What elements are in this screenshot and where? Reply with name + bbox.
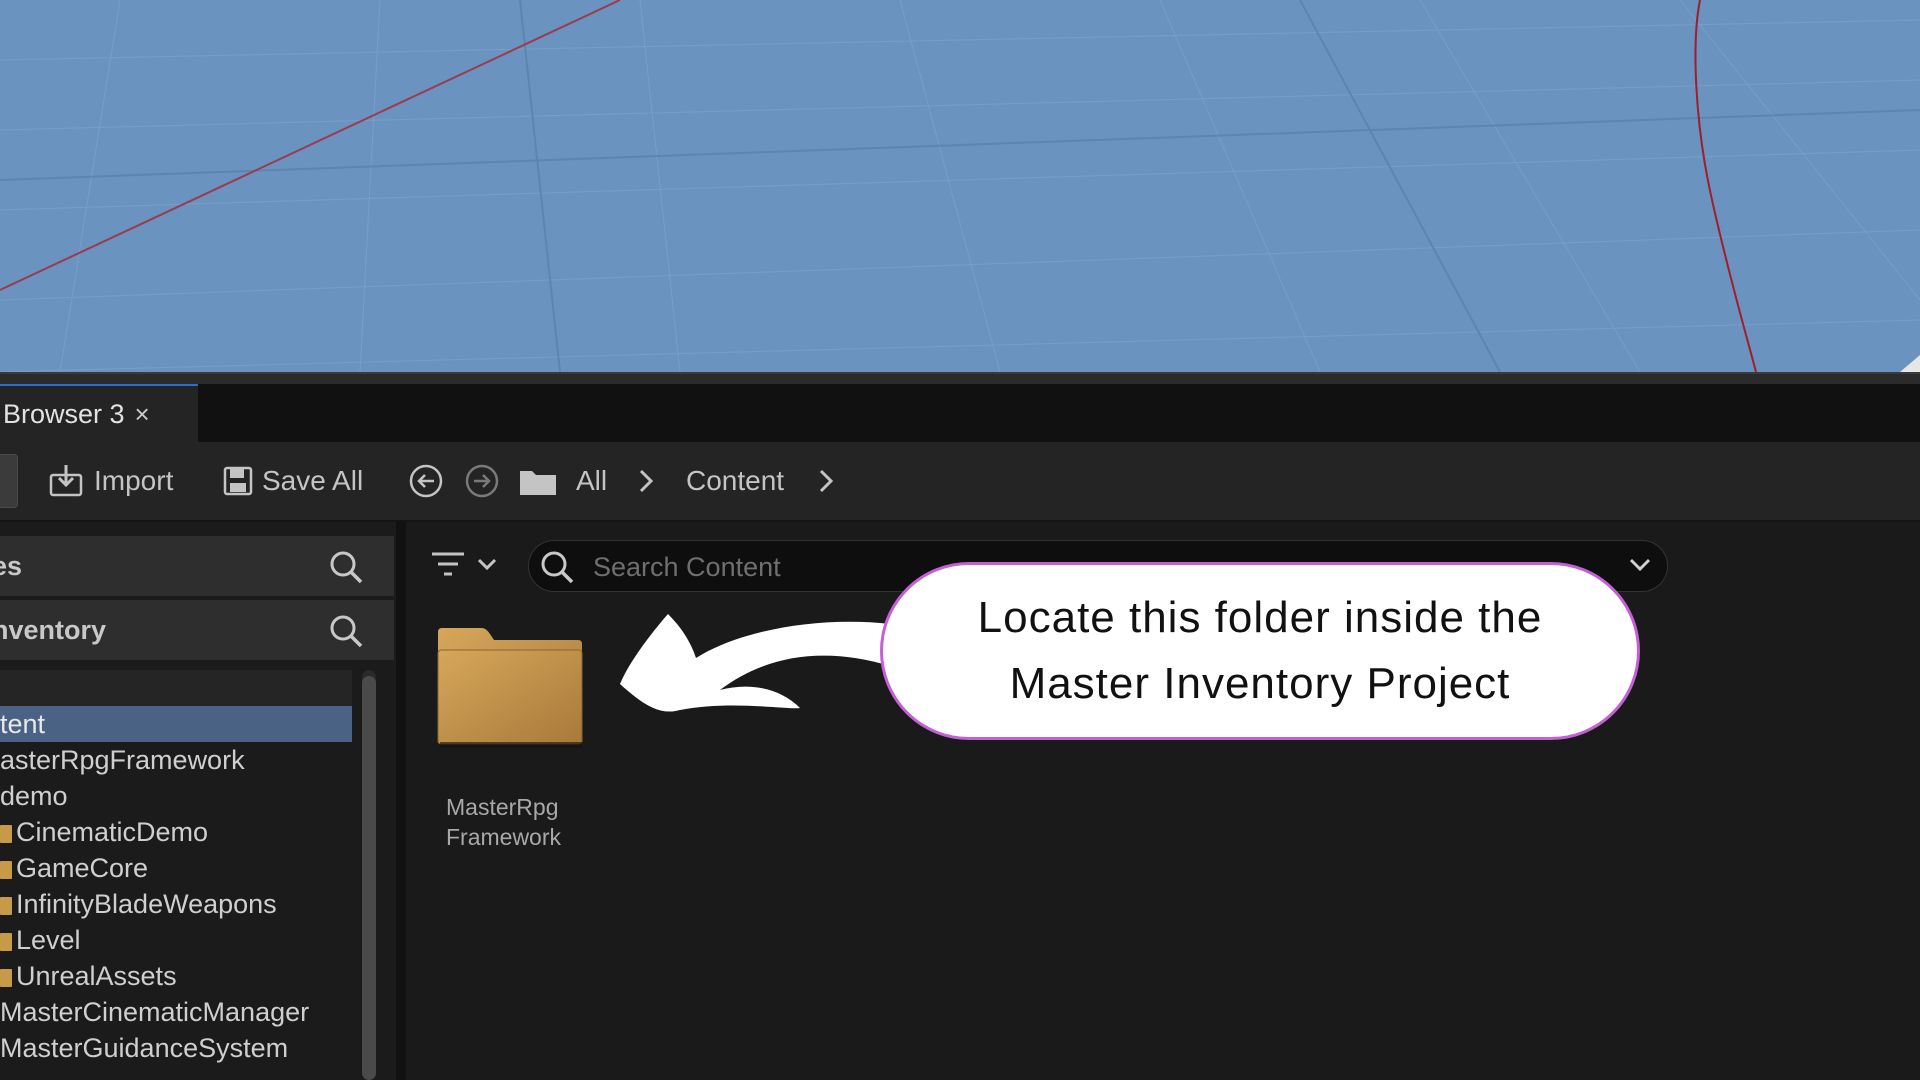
annotation-callout: Locate this folder inside the Master Inv…	[880, 562, 1640, 740]
import-label: Import	[94, 465, 174, 496]
folder-icon	[0, 896, 12, 915]
tree-item[interactable]: MasterGuidanceSystem	[0, 1030, 352, 1066]
content-browser-toolbar: Import Save All All Content	[0, 442, 1920, 522]
history-back-button[interactable]	[408, 442, 444, 520]
viewport-border	[0, 372, 1920, 384]
level-viewport[interactable]	[0, 0, 1920, 372]
import-icon	[49, 465, 83, 497]
chevron-right-icon[interactable]	[816, 442, 836, 520]
forward-arrow-icon	[465, 464, 499, 498]
favorites-label: es	[0, 551, 23, 581]
chevron-down-icon	[477, 558, 497, 571]
folder-icon	[0, 932, 12, 951]
search-icon[interactable]	[328, 613, 364, 649]
close-icon[interactable]: ×	[135, 401, 150, 427]
callout-text: Locate this folder inside the Master Inv…	[977, 593, 1543, 708]
browse-folder-button[interactable]	[518, 442, 558, 520]
tree-item-content[interactable]: tent	[0, 706, 352, 742]
tree-item[interactable]: Level	[0, 922, 352, 958]
chevron-right-icon[interactable]	[636, 442, 656, 520]
filter-button[interactable]	[430, 538, 498, 590]
breadcrumb-content-label: Content	[686, 465, 785, 496]
folder-icon	[0, 860, 12, 879]
tree-item[interactable]: CinematicDemo	[0, 814, 352, 850]
tree-item[interactable]: MasterCinematicManager	[0, 994, 352, 1030]
tree-item[interactable]: GameCore	[0, 850, 352, 886]
folder-icon	[437, 628, 583, 748]
save-all-label: Save All	[262, 465, 364, 496]
filter-icon	[432, 552, 464, 576]
project-label: nventory	[0, 615, 107, 645]
tree-scrollbar-thumb[interactable]	[362, 676, 376, 1080]
save-all-button[interactable]: Save All	[222, 442, 363, 520]
breadcrumb-all[interactable]: All	[576, 442, 607, 520]
viewport-grid	[0, 0, 1920, 372]
add-button[interactable]	[0, 454, 18, 508]
project-header[interactable]: nventory	[0, 600, 394, 660]
tree-item[interactable]	[0, 670, 352, 706]
tab-title: Browser 3	[3, 398, 125, 429]
back-arrow-icon	[409, 464, 443, 498]
favorites-header[interactable]: es	[0, 536, 394, 596]
folder-icon	[0, 968, 12, 987]
tree-item[interactable]: UnrealAssets	[0, 958, 352, 994]
tab-content-browser-3[interactable]: Browser 3 ×	[0, 384, 198, 442]
import-button[interactable]: Import	[48, 442, 173, 520]
tree-item[interactable]: InfinityBladeWeapons	[0, 886, 352, 922]
tree-item[interactable]: demo	[0, 778, 352, 814]
history-forward-button[interactable]	[464, 442, 500, 520]
save-icon	[223, 466, 253, 496]
folder-icon	[520, 471, 556, 495]
tab-bar: Browser 3 ×	[0, 384, 1920, 442]
breadcrumb-all-label: All	[576, 465, 608, 496]
breadcrumb-content[interactable]: Content	[686, 442, 784, 520]
tree-item[interactable]: asterRpgFramework	[0, 742, 352, 778]
folder-icon	[0, 824, 12, 843]
annotation-arrow	[620, 614, 890, 712]
search-icon[interactable]	[328, 549, 364, 585]
search-icon	[541, 551, 574, 584]
folder-tile-masterrpgframework[interactable]: MasterRpg Framework	[430, 622, 610, 862]
panel-splitter[interactable]	[396, 522, 406, 1080]
chevron-down-icon[interactable]	[1627, 553, 1653, 577]
folder-tree: tent asterRpgFramework demo CinematicDem…	[0, 668, 352, 1080]
folder-name: MasterRpg Framework	[446, 794, 562, 850]
